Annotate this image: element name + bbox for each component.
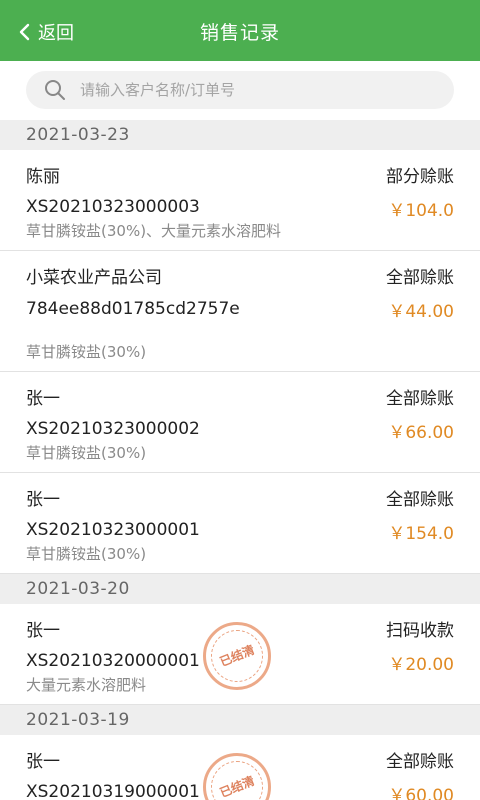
- order-number: XS20210320000001: [26, 651, 200, 671]
- date-header: 2021-03-20: [0, 574, 480, 604]
- order-number: 784ee88d01785cd2757e: [26, 299, 240, 319]
- customer-name: 张一: [26, 621, 60, 641]
- order-amount: ￥60.00: [388, 786, 454, 800]
- payment-status: 全部赊账: [386, 389, 454, 409]
- payment-status: 扫码收款: [386, 621, 454, 641]
- chevron-left-icon: [19, 23, 30, 41]
- order-amount: ￥66.00: [388, 423, 454, 443]
- search-icon: [45, 80, 65, 100]
- product-names: 草甘膦铵盐(30%): [26, 545, 147, 563]
- search-box[interactable]: [26, 71, 454, 109]
- order-amount: ￥44.00: [388, 302, 454, 322]
- order-amount: ￥20.00: [388, 655, 454, 675]
- customer-name: 张一: [26, 752, 60, 772]
- back-button[interactable]: 返回: [18, 18, 74, 46]
- sales-record-row[interactable]: 张一 全部赊账 XS20210323000001 ￥154.0 草甘膦铵盐(30…: [0, 473, 480, 574]
- customer-name: 小菜农业产品公司: [26, 268, 162, 288]
- sales-record-row[interactable]: 已结清 张一 全部赊账 XS20210319000001 ￥60.00: [0, 735, 480, 800]
- sales-record-row[interactable]: 小菜农业产品公司 全部赊账 784ee88d01785cd2757e ￥44.0…: [0, 251, 480, 372]
- order-number: XS20210323000003: [26, 197, 200, 217]
- product-names: 大量元素水溶肥料: [26, 676, 147, 694]
- sales-record-list: 2021-03-23 陈丽 部分赊账 XS20210323000003 ￥104…: [0, 120, 480, 800]
- order-number: XS20210319000001: [26, 782, 200, 800]
- date-header: 2021-03-19: [0, 705, 480, 735]
- search-input[interactable]: [80, 81, 400, 99]
- payment-status: 全部赊账: [386, 752, 454, 772]
- order-amount: ￥154.0: [388, 524, 454, 544]
- payment-status: 部分赊账: [386, 167, 454, 187]
- search-bar: [0, 61, 480, 120]
- customer-name: 张一: [26, 389, 60, 409]
- sales-record-row[interactable]: 陈丽 部分赊账 XS20210323000003 ￥104.0 草甘膦铵盐(30…: [0, 150, 480, 251]
- product-names: 草甘膦铵盐(30%): [26, 444, 147, 462]
- sales-record-row[interactable]: 已结清 张一 扫码收款 XS20210320000001 ￥20.00 大量元素…: [0, 604, 480, 705]
- app-header: 返回 销售记录: [0, 0, 480, 61]
- product-names: 草甘膦铵盐(30%)、大量元素水溶肥料: [26, 222, 282, 240]
- customer-name: 陈丽: [26, 167, 60, 187]
- product-names: 草甘膦铵盐(30%): [26, 343, 147, 361]
- date-header: 2021-03-23: [0, 120, 480, 150]
- order-number: XS20210323000002: [26, 419, 200, 439]
- order-number: XS20210323000001: [26, 520, 200, 540]
- payment-status: 全部赊账: [386, 268, 454, 288]
- customer-name: 张一: [26, 490, 60, 510]
- payment-status: 全部赊账: [386, 490, 454, 510]
- sales-record-row[interactable]: 张一 全部赊账 XS20210323000002 ￥66.00 草甘膦铵盐(30…: [0, 372, 480, 473]
- back-label: 返回: [38, 23, 74, 44]
- order-amount: ￥104.0: [388, 201, 454, 221]
